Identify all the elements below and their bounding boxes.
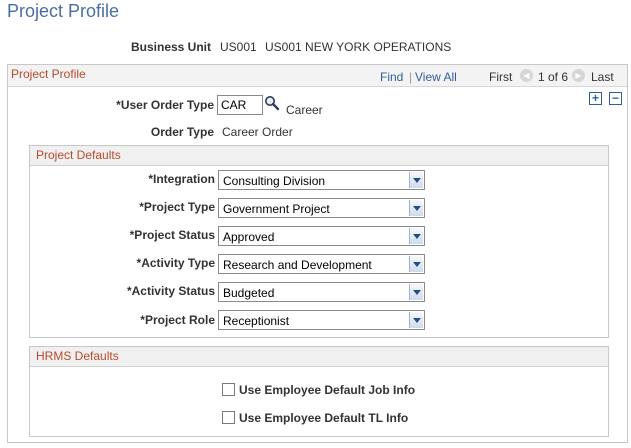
chevron-down-icon[interactable] bbox=[409, 172, 423, 188]
chevron-down-icon[interactable] bbox=[409, 312, 423, 328]
project-profile-header bbox=[8, 65, 627, 87]
project-role-label: *Project Role bbox=[140, 313, 215, 327]
project-defaults-title: Project Defaults bbox=[36, 148, 121, 162]
user-order-type-description: Career bbox=[286, 103, 323, 117]
activity-status-label: *Activity Status bbox=[126, 284, 215, 298]
project-status-label: *Project Status bbox=[129, 228, 215, 242]
business-unit-label: Business Unit bbox=[130, 40, 211, 54]
integration-select[interactable]: Consulting Division bbox=[218, 170, 425, 190]
chevron-down-icon[interactable] bbox=[409, 256, 423, 272]
link-separator: | bbox=[409, 70, 413, 84]
order-type-value: Career Order bbox=[222, 125, 293, 139]
order-type-label: Order Type bbox=[150, 125, 214, 139]
last-label: Last bbox=[591, 70, 614, 84]
project-role-select[interactable]: Receptionist bbox=[218, 310, 425, 330]
use-employee-default-tl-info-label[interactable]: Use Employee Default TL Info bbox=[239, 411, 408, 425]
business-unit-code: US001 bbox=[220, 40, 257, 54]
project-status-value: Approved bbox=[223, 230, 275, 244]
integration-value: Consulting Division bbox=[223, 174, 326, 188]
find-link[interactable]: Find bbox=[380, 70, 403, 84]
user-order-type-label: *User Order Type bbox=[116, 98, 214, 112]
chevron-down-icon[interactable] bbox=[409, 200, 423, 216]
project-type-value: Government Project bbox=[223, 202, 330, 216]
project-type-select[interactable]: Government Project bbox=[218, 198, 425, 218]
business-unit-description: US001 NEW YORK OPERATIONS bbox=[265, 40, 452, 54]
project-profile-header-title: Project Profile bbox=[11, 67, 86, 81]
hrms-defaults-title: HRMS Defaults bbox=[36, 349, 119, 363]
activity-type-select[interactable]: Research and Development bbox=[218, 254, 425, 274]
user-order-type-input[interactable] bbox=[217, 95, 263, 115]
delete-row-button[interactable]: − bbox=[609, 92, 622, 105]
use-employee-default-tl-info-checkbox[interactable] bbox=[222, 411, 235, 424]
add-row-button[interactable]: + bbox=[589, 92, 602, 105]
project-role-value: Receptionist bbox=[223, 314, 290, 328]
activity-status-value: Budgeted bbox=[223, 286, 275, 300]
arrow-left-icon[interactable]: ◀ bbox=[520, 69, 533, 82]
activity-status-select[interactable]: Budgeted bbox=[218, 282, 425, 302]
activity-type-label: *Activity Type bbox=[136, 256, 215, 270]
use-employee-default-job-info-label[interactable]: Use Employee Default Job Info bbox=[239, 383, 415, 397]
magnifier-icon[interactable] bbox=[264, 95, 280, 111]
project-status-select[interactable]: Approved bbox=[218, 226, 425, 246]
page-title: Project Profile bbox=[7, 1, 120, 21]
view-all-link[interactable]: View All bbox=[415, 70, 457, 84]
row-counter: 1 of 6 bbox=[538, 70, 569, 84]
activity-type-value: Research and Development bbox=[223, 258, 372, 272]
chevron-down-icon[interactable] bbox=[409, 228, 423, 244]
chevron-down-icon[interactable] bbox=[409, 284, 423, 300]
first-label: First bbox=[489, 70, 513, 84]
use-employee-default-job-info-checkbox[interactable] bbox=[222, 383, 235, 396]
arrow-right-icon[interactable]: ▶ bbox=[572, 69, 585, 82]
integration-label: *Integration bbox=[148, 172, 215, 186]
project-type-label: *Project Type bbox=[139, 200, 215, 214]
